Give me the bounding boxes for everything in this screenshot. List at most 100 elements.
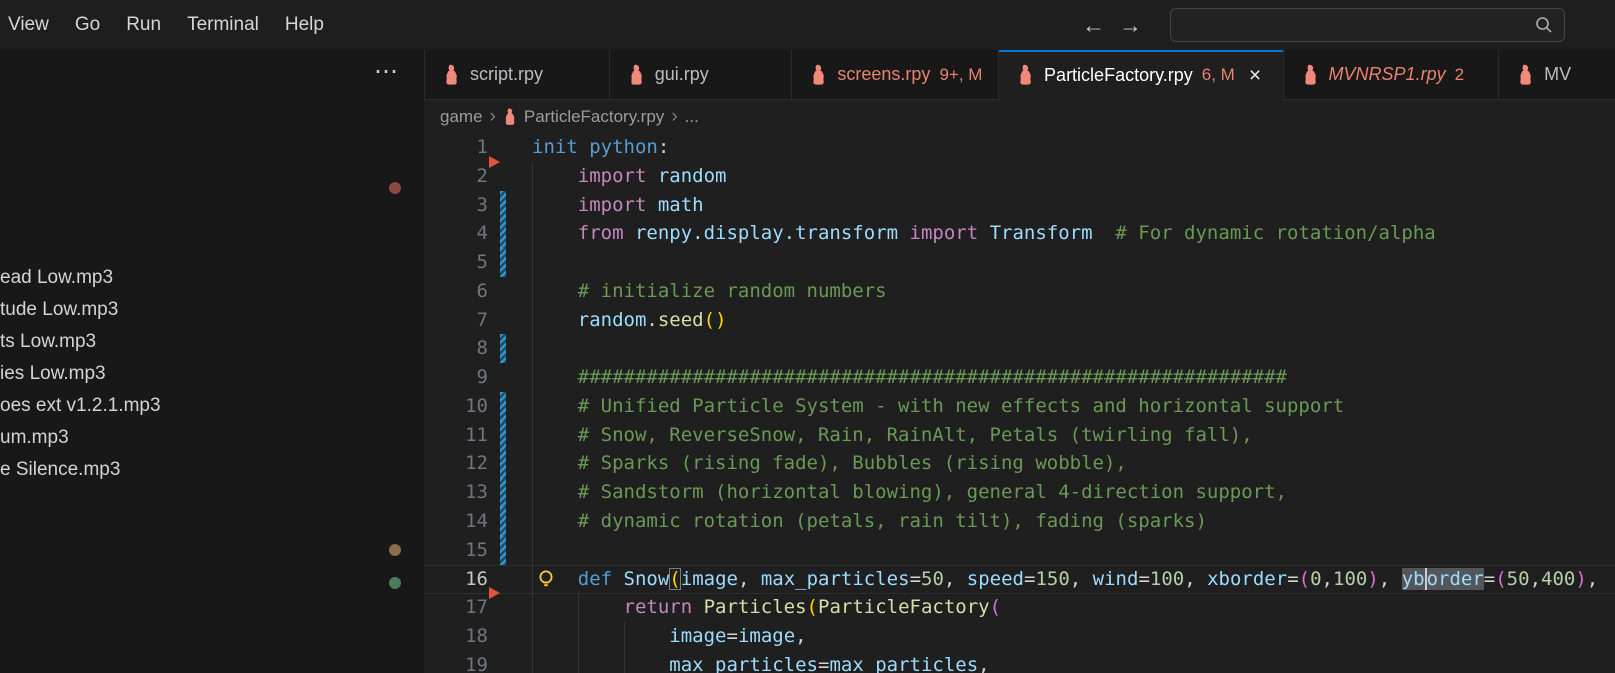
tab-ParticleFactory.rpy[interactable]: ParticleFactory.rpy6, M×	[999, 50, 1284, 100]
menu-item-go[interactable]: Go	[62, 0, 113, 50]
menu-item-help[interactable]: Help	[272, 0, 337, 50]
code-text[interactable]: # Snow, ReverseSnow, Rain, RainAlt, Peta…	[532, 421, 1253, 450]
code-text[interactable]: from renpy.display.transform import Tran…	[532, 219, 1436, 248]
line-number[interactable]: 8	[424, 334, 488, 363]
line-number[interactable]: 2	[424, 162, 488, 191]
file-list-item[interactable]: oes ext v1.2.1.mp3	[0, 390, 424, 422]
tab-gui.rpy[interactable]: gui.rpy	[610, 50, 793, 100]
menu-item-view[interactable]: View	[0, 0, 62, 50]
code-text[interactable]: image=image,	[532, 622, 807, 651]
line-number[interactable]: 11	[424, 421, 488, 450]
code-line[interactable]: 3 import math	[424, 191, 1615, 220]
vscode-window: ViewGoRunTerminalHelp ← → ⋯ ead Low.mp3t…	[0, 0, 1615, 673]
code-text[interactable]: init python:	[532, 133, 669, 162]
code-text[interactable]: random.seed()	[532, 306, 727, 335]
code-line[interactable]: 14 # dynamic rotation (petals, rain tilt…	[424, 507, 1615, 536]
file-list-item[interactable]: ead Low.mp3	[0, 262, 424, 294]
more-actions-button[interactable]: ⋯	[368, 60, 404, 88]
line-number[interactable]: 4	[424, 219, 488, 248]
code-line[interactable]: 17 return Particles(ParticleFactory(	[424, 593, 1615, 622]
tab-label: MVNRSP1.rpy	[1329, 64, 1446, 85]
line-number[interactable]: 14	[424, 507, 488, 536]
line-number[interactable]: 5	[424, 248, 488, 277]
code-line[interactable]: 16 def Snow(image, max_particles=50, spe…	[424, 565, 1615, 594]
line-number[interactable]: 6	[424, 277, 488, 306]
file-list-item[interactable]: tude Low.mp3	[0, 294, 424, 326]
modified-line-marker	[500, 449, 506, 478]
renpy-file-icon	[1017, 64, 1034, 86]
breadcrumb-item[interactable]: ...	[685, 107, 699, 127]
code-line[interactable]: 18 image=image,	[424, 622, 1615, 651]
code-text[interactable]: return Particles(ParticleFactory(	[532, 593, 1001, 622]
renpy-file-icon	[810, 64, 827, 86]
renpy-file-icon	[1302, 64, 1319, 86]
line-number[interactable]: 10	[424, 392, 488, 421]
code-text[interactable]: # Unified Particle System - with new eff…	[532, 392, 1344, 421]
code-line[interactable]: 1 init python:	[424, 133, 1615, 162]
code-line[interactable]: 5	[424, 248, 1615, 277]
code-text[interactable]: # Sandstorm (horizontal blowing), genera…	[532, 478, 1287, 507]
indent-guide	[532, 248, 533, 277]
tab-label: screens.rpy	[837, 64, 930, 85]
line-number[interactable]: 3	[424, 191, 488, 220]
file-list-item[interactable]: ies Low.mp3	[0, 358, 424, 390]
tab-MV[interactable]: MV	[1499, 50, 1615, 100]
line-number[interactable]: 1	[424, 133, 488, 162]
code-text[interactable]: # Sparks (rising fade), Bubbles (rising …	[532, 449, 1127, 478]
code-text[interactable]: # dynamic rotation (petals, rain tilt), …	[532, 507, 1207, 536]
file-list-item[interactable]: ts Low.mp3	[0, 326, 424, 358]
breadcrumb-item[interactable]: ParticleFactory.rpy	[524, 107, 664, 127]
audio-file-list: ead Low.mp3tude Low.mp3ts Low.mp3ies Low…	[0, 262, 424, 486]
indent-guide	[532, 334, 533, 363]
close-icon[interactable]: ×	[1249, 65, 1261, 86]
code-line[interactable]: 13 # Sandstorm (horizontal blowing), gen…	[424, 478, 1615, 507]
modified-line-marker	[500, 248, 506, 277]
code-text[interactable]: import random	[532, 162, 726, 191]
code-line[interactable]: 4 from renpy.display.transform import Tr…	[424, 219, 1615, 248]
code-line[interactable]: 9 ######################################…	[424, 363, 1615, 392]
code-line[interactable]: 12 # Sparks (rising fade), Bubbles (risi…	[424, 449, 1615, 478]
menu-item-terminal[interactable]: Terminal	[174, 0, 272, 50]
line-number[interactable]: 9	[424, 363, 488, 392]
code-text[interactable]: ########################################…	[532, 363, 1287, 392]
code-text[interactable]: max_particles=max_particles,	[532, 651, 990, 673]
code-line[interactable]: 10 # Unified Particle System - with new …	[424, 392, 1615, 421]
code-line[interactable]: 15	[424, 536, 1615, 565]
code-line[interactable]: 8	[424, 334, 1615, 363]
menu-item-run[interactable]: Run	[113, 0, 174, 50]
renpy-file-icon	[1517, 64, 1534, 86]
code-editor[interactable]: 1init python:2 import random3 import mat…	[424, 133, 1615, 673]
tab-status-badge: 2	[1455, 65, 1464, 85]
modified-line-marker	[500, 219, 506, 248]
red-arrow-marker	[489, 587, 500, 599]
code-text[interactable]: # initialize random numbers	[532, 277, 887, 306]
status-dot	[389, 577, 401, 589]
forward-arrow-icon[interactable]: →	[1119, 14, 1142, 37]
tab-screens.rpy[interactable]: screens.rpy9+, M	[792, 50, 999, 100]
file-list-item[interactable]: um.mp3	[0, 422, 424, 454]
line-number[interactable]: 18	[424, 622, 488, 651]
line-number[interactable]: 15	[424, 536, 488, 565]
code-line[interactable]: 7 random.seed()	[424, 306, 1615, 335]
line-number[interactable]: 7	[424, 306, 488, 335]
line-number[interactable]: 16	[424, 565, 488, 594]
modified-line-marker	[500, 507, 506, 536]
tab-MVNRSP1.rpy[interactable]: MVNRSP1.rpy 2	[1284, 50, 1500, 100]
tab-script.rpy[interactable]: script.rpy	[425, 50, 610, 100]
command-center-search[interactable]	[1170, 8, 1565, 42]
line-number[interactable]: 17	[424, 593, 488, 622]
modified-line-marker	[500, 191, 506, 220]
breadcrumb-item[interactable]: game	[440, 107, 483, 127]
code-line[interactable]: 19 max_particles=max_particles,	[424, 651, 1615, 673]
line-number[interactable]: 12	[424, 449, 488, 478]
line-number[interactable]: 19	[424, 651, 488, 673]
code-text[interactable]: def Snow(image, max_particles=50, speed=…	[532, 565, 1598, 594]
code-text[interactable]: import math	[532, 191, 704, 220]
file-list-item[interactable]: e Silence.mp3	[0, 454, 424, 486]
back-arrow-icon[interactable]: ←	[1082, 14, 1105, 37]
code-line[interactable]: 2 import random	[424, 162, 1615, 191]
status-dot	[389, 544, 401, 556]
line-number[interactable]: 13	[424, 478, 488, 507]
code-line[interactable]: 6 # initialize random numbers	[424, 277, 1615, 306]
code-line[interactable]: 11 # Snow, ReverseSnow, Rain, RainAlt, P…	[424, 421, 1615, 450]
